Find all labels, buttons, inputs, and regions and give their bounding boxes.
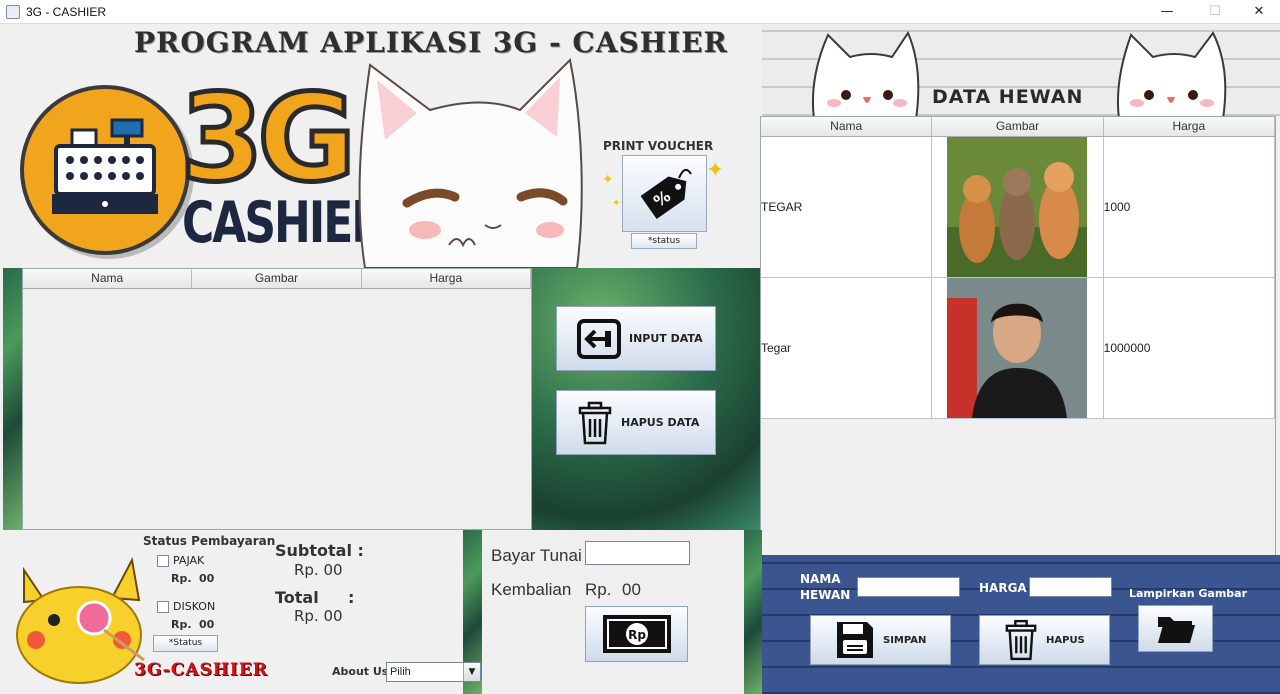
kembalian-value: 00 (622, 580, 641, 599)
trash-icon (578, 401, 612, 444)
subtotal-label: Subtotal : (275, 541, 364, 560)
close-button[interactable]: ✕ (1236, 0, 1280, 24)
money-icon: Rp (602, 615, 671, 653)
subtotal-value: Rp. 00 (294, 561, 343, 579)
title-bar: 3G - CASHIER — ☐ ✕ (0, 0, 1280, 24)
data-hewan-title: DATA HEWAN (932, 86, 1084, 108)
total-colon: : (348, 588, 355, 607)
cash-register-icon (52, 118, 158, 214)
floppy-icon (837, 622, 873, 658)
diskon-value: 00 (199, 618, 215, 631)
window-app-icon (6, 5, 20, 19)
delete-data-label: HAPUS DATA (621, 416, 700, 429)
cart-table-header: Nama Gambar Harga (23, 269, 531, 289)
cat-illustration (358, 57, 583, 268)
logo-3g-text: 3G (178, 70, 359, 209)
leaf-strip (744, 530, 762, 694)
discount-tag-icon: % (640, 168, 692, 219)
minimize-button[interactable]: — (1144, 0, 1190, 24)
pajak-value: 00 (199, 572, 215, 585)
column-header[interactable]: Harga (1104, 117, 1275, 136)
about-us-selected: Pilih (390, 666, 411, 678)
pay-icon-text: Rp (628, 628, 646, 642)
column-header[interactable]: Nama (23, 269, 193, 288)
voucher-status-button[interactable]: *status (631, 233, 697, 249)
kembalian-label: Kembalian (491, 580, 572, 599)
voucher-title: PRINT VOUCHER (603, 139, 714, 153)
pajak-label: PAJAK (173, 554, 205, 567)
column-header[interactable]: Harga (362, 269, 531, 288)
cell-harga: 1000 (1104, 137, 1275, 277)
input-data-icon (577, 318, 621, 359)
bayar-tunai-input[interactable] (585, 541, 690, 565)
cell-gambar (932, 137, 1104, 277)
column-header[interactable]: Gambar (192, 269, 362, 288)
trash-icon (1005, 619, 1037, 661)
save-label: SIMPAN (883, 634, 927, 646)
nama-hewan-label-2: HEWAN (800, 588, 851, 602)
person-photo (947, 278, 1088, 418)
pay-button[interactable]: Rp (585, 606, 688, 662)
sparkle-icon: ✦ (706, 158, 725, 183)
bayar-tunai-label: Bayar Tunai (491, 546, 582, 565)
payment-status-title: Status Pembayaran (143, 534, 276, 548)
harga-label: HARGA (979, 581, 1027, 595)
animal-table-header: Nama Gambar Harga (761, 117, 1275, 137)
nama-hewan-input[interactable] (857, 577, 960, 597)
delete-data-button[interactable]: HAPUS DATA (556, 390, 716, 455)
status-button[interactable]: *Status (153, 635, 218, 652)
delete-button[interactable]: HAPUS (979, 615, 1110, 665)
folder-icon (1157, 616, 1195, 643)
kembalian-prefix: Rp. (585, 580, 612, 599)
leaf-strip (3, 268, 22, 530)
nama-hewan-label-1: NAMA (800, 572, 841, 586)
sparkle-icon: ✦ (602, 172, 614, 188)
harga-input[interactable] (1029, 577, 1112, 597)
save-button[interactable]: SIMPAN (810, 615, 951, 665)
cell-nama: TEGAR (761, 137, 933, 277)
pikachu-illustration (16, 556, 145, 684)
pajak-checkbox[interactable] (157, 555, 169, 567)
print-voucher-button[interactable]: % (622, 155, 707, 232)
table-row[interactable]: TEGAR 1000 (761, 137, 1275, 278)
delete-label: HAPUS (1046, 634, 1085, 646)
cell-nama: Tegar (761, 278, 933, 418)
total-value: Rp. 00 (294, 607, 343, 625)
attach-image-label: Lampirkan Gambar (1129, 587, 1247, 600)
about-us-select[interactable]: Pilih ▼ (386, 662, 481, 682)
cat-face-illustration (811, 30, 920, 119)
column-header[interactable]: Gambar (932, 117, 1104, 136)
diskon-checkbox[interactable] (157, 601, 169, 613)
cats-photo (947, 137, 1088, 277)
maximize-button[interactable]: ☐ (1192, 0, 1238, 24)
window-title: 3G - CASHIER (26, 5, 107, 19)
cart-table[interactable]: Nama Gambar Harga (22, 268, 532, 530)
animal-table[interactable]: Nama Gambar Harga TEGAR 1000 Tegar 10000… (760, 116, 1276, 556)
cat-face-illustration (1116, 31, 1227, 119)
diskon-value-prefix: Rp. (171, 618, 192, 631)
cell-harga: 1000000 (1104, 278, 1275, 418)
input-data-button[interactable]: INPUT DATA (556, 306, 716, 371)
pajak-value-prefix: Rp. (171, 572, 192, 585)
chevron-down-icon[interactable]: ▼ (463, 663, 480, 681)
diskon-label: DISKON (173, 600, 216, 613)
total-label: Total (275, 588, 319, 607)
input-data-label: INPUT DATA (629, 332, 703, 345)
table-row[interactable]: Tegar 1000000 (761, 278, 1275, 419)
brand-footer: 3G-CASHIER (134, 660, 268, 680)
attach-image-button[interactable] (1138, 605, 1213, 652)
column-header[interactable]: Nama (761, 117, 933, 136)
sparkle-icon: ✦ (612, 198, 621, 209)
cell-gambar (932, 278, 1104, 418)
